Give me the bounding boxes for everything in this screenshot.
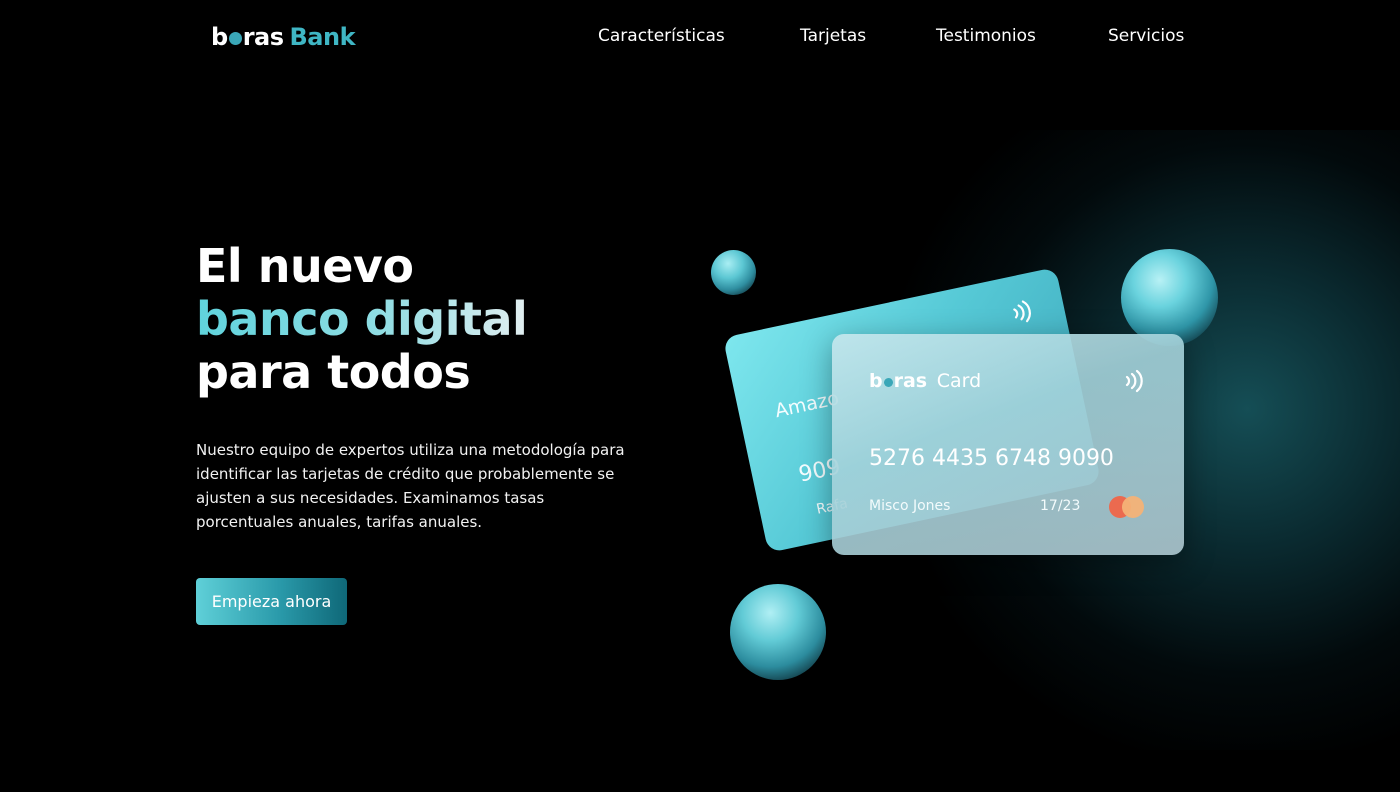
- logo-letter-b: b: [211, 23, 228, 51]
- card-brand-letter-b: b: [869, 370, 883, 392]
- hero-headline: El nuevo banco digital para todos: [196, 239, 528, 399]
- logo-dot-icon: [228, 32, 242, 45]
- hero-description: Nuestro equipo de expertos utiliza una m…: [196, 441, 625, 531]
- start-now-button[interactable]: Empieza ahora: [196, 578, 347, 625]
- logo-word-boras: ras: [242, 23, 284, 51]
- contactless-icon: [1125, 369, 1143, 393]
- sphere-small: [711, 250, 756, 295]
- logo[interactable]: b ras Bank: [211, 23, 356, 53]
- headline-line-1: El nuevo: [196, 239, 414, 293]
- mastercard-circle-right: [1122, 496, 1144, 518]
- card-brand-suffix: Card: [936, 370, 982, 392]
- card-holder-name: Misco Jones: [869, 498, 951, 514]
- nav-servicios[interactable]: Servicios: [1108, 26, 1184, 46]
- headline-highlight: banco digital: [196, 292, 528, 346]
- headline-line-3: para todos: [196, 345, 471, 399]
- nav-testimonios[interactable]: Testimonios: [936, 26, 1036, 46]
- contactless-icon: [1013, 300, 1031, 323]
- back-card-brand: Amazo: [773, 387, 841, 423]
- logo-word-bank: Bank: [289, 23, 356, 51]
- card-brand-word: ras: [893, 370, 928, 392]
- nav-tarjetas[interactable]: Tarjetas: [800, 26, 866, 46]
- sphere-large: [1121, 249, 1218, 346]
- card-number: 5276 4435 6748 9090: [869, 446, 1114, 471]
- card-brand-logo: b ras Card: [869, 370, 981, 392]
- card-logo-dot-icon: [883, 378, 893, 387]
- sphere-medium: [730, 584, 826, 680]
- front-credit-card: b ras Card 5276 4435 6748 9090 Misco Jone…: [832, 334, 1184, 555]
- card-expiry: 17/23: [1040, 498, 1081, 514]
- nav-caracteristicas[interactable]: Características: [598, 26, 725, 46]
